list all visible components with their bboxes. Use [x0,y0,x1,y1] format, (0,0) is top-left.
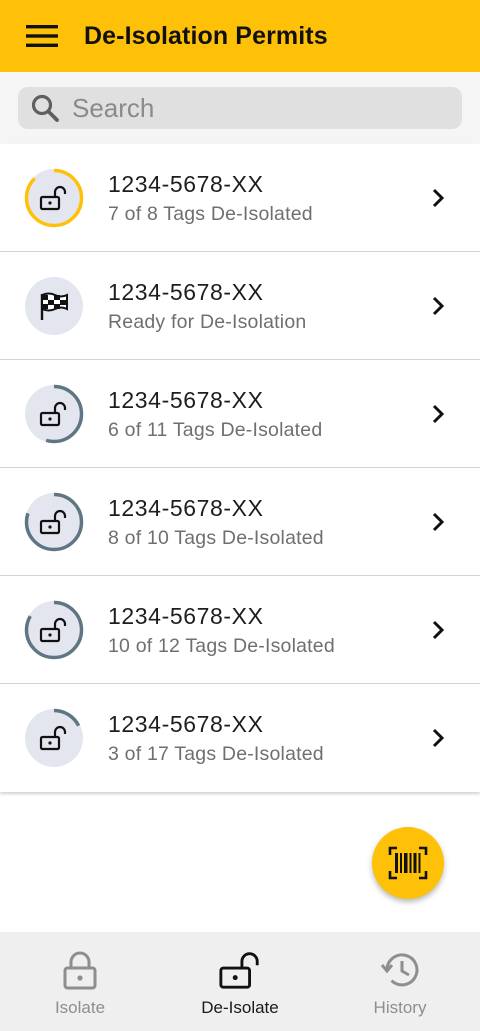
nav-label-de-isolate: De-Isolate [201,998,279,1017]
permit-status: 7 of 8 Tags De-Isolated [108,203,313,225]
permit-text: 1234-5678-XX Ready for De-Isolation [108,278,306,334]
nav-label-history: History [373,998,427,1017]
permit-text: 1234-5678-XX 10 of 12 Tags De-Isolated [108,602,335,658]
permit-list-item[interactable]: 1234-5678-XX 3 of 17 Tags De-Isolated [0,684,480,792]
permit-id: 1234-5678-XX [108,711,264,737]
search-icon [30,93,60,123]
unlock-icon [218,948,262,992]
permit-list: 1234-5678-XX 7 of 8 Tags De-Isolated 123… [0,144,480,792]
chevron-right-icon [426,616,450,644]
permit-list-item[interactable]: 1234-5678-XX Ready for De-Isolation [0,252,480,360]
permit-list-item[interactable]: 1234-5678-XX 7 of 8 Tags De-Isolated [0,144,480,252]
permit-id: 1234-5678-XX [108,279,264,305]
permit-status: 6 of 11 Tags De-Isolated [108,419,323,441]
permit-text: 1234-5678-XX 6 of 11 Tags De-Isolated [108,386,322,442]
permit-id: 1234-5678-XX [108,495,264,521]
permit-progress-avatar [24,600,84,660]
permit-progress-avatar [24,492,84,552]
permit-list-item[interactable]: 1234-5678-XX 10 of 12 Tags De-Isolated [0,576,480,684]
history-icon [378,948,422,992]
permit-status: 10 of 12 Tags De-Isolated [108,635,335,657]
permit-status: 8 of 10 Tags De-Isolated [108,527,324,549]
chevron-right-icon [426,184,450,212]
chevron-right-icon [426,400,450,428]
permit-status: Ready for De-Isolation [108,311,307,333]
permit-id: 1234-5678-XX [108,603,264,629]
nav-item-de-isolate[interactable]: De-Isolate [160,932,320,1031]
permit-progress-avatar [24,708,84,768]
permit-list-item[interactable]: 1234-5678-XX 8 of 10 Tags De-Isolated [0,468,480,576]
permit-progress-avatar [25,277,83,335]
app-bar: De-Isolation Permits [0,0,480,72]
permit-progress-avatar [24,384,84,444]
permit-text: 1234-5678-XX 3 of 17 Tags De-Isolated [108,710,324,766]
search-input[interactable] [72,92,432,124]
nav-label-isolate: Isolate [54,998,106,1017]
bottom-navigation: Isolate De-Isolate History [0,932,480,1031]
barcode-scan-icon [388,846,428,880]
permit-id: 1234-5678-XX [108,171,264,197]
chevron-right-icon [426,292,450,320]
permit-list-item[interactable]: 1234-5678-XX 6 of 11 Tags De-Isolated [0,360,480,468]
search-bar [0,72,480,144]
scan-barcode-button[interactable] [372,827,444,899]
chevron-right-icon [426,724,450,752]
nav-item-history[interactable]: History [320,932,480,1031]
nav-item-isolate[interactable]: Isolate [0,932,160,1031]
permit-text: 1234-5678-XX 7 of 8 Tags De-Isolated [108,170,313,226]
permit-text: 1234-5678-XX 8 of 10 Tags De-Isolated [108,494,324,550]
lock-icon [58,948,102,992]
chevron-right-icon [426,508,450,536]
menu-button[interactable] [20,14,64,58]
permit-progress-avatar [24,168,84,228]
search-box[interactable] [18,87,462,129]
permit-status: 3 of 17 Tags De-Isolated [108,743,324,765]
page-title: De-Isolation Permits [84,21,328,50]
hamburger-menu-icon [26,25,58,47]
permit-id: 1234-5678-XX [108,387,264,413]
